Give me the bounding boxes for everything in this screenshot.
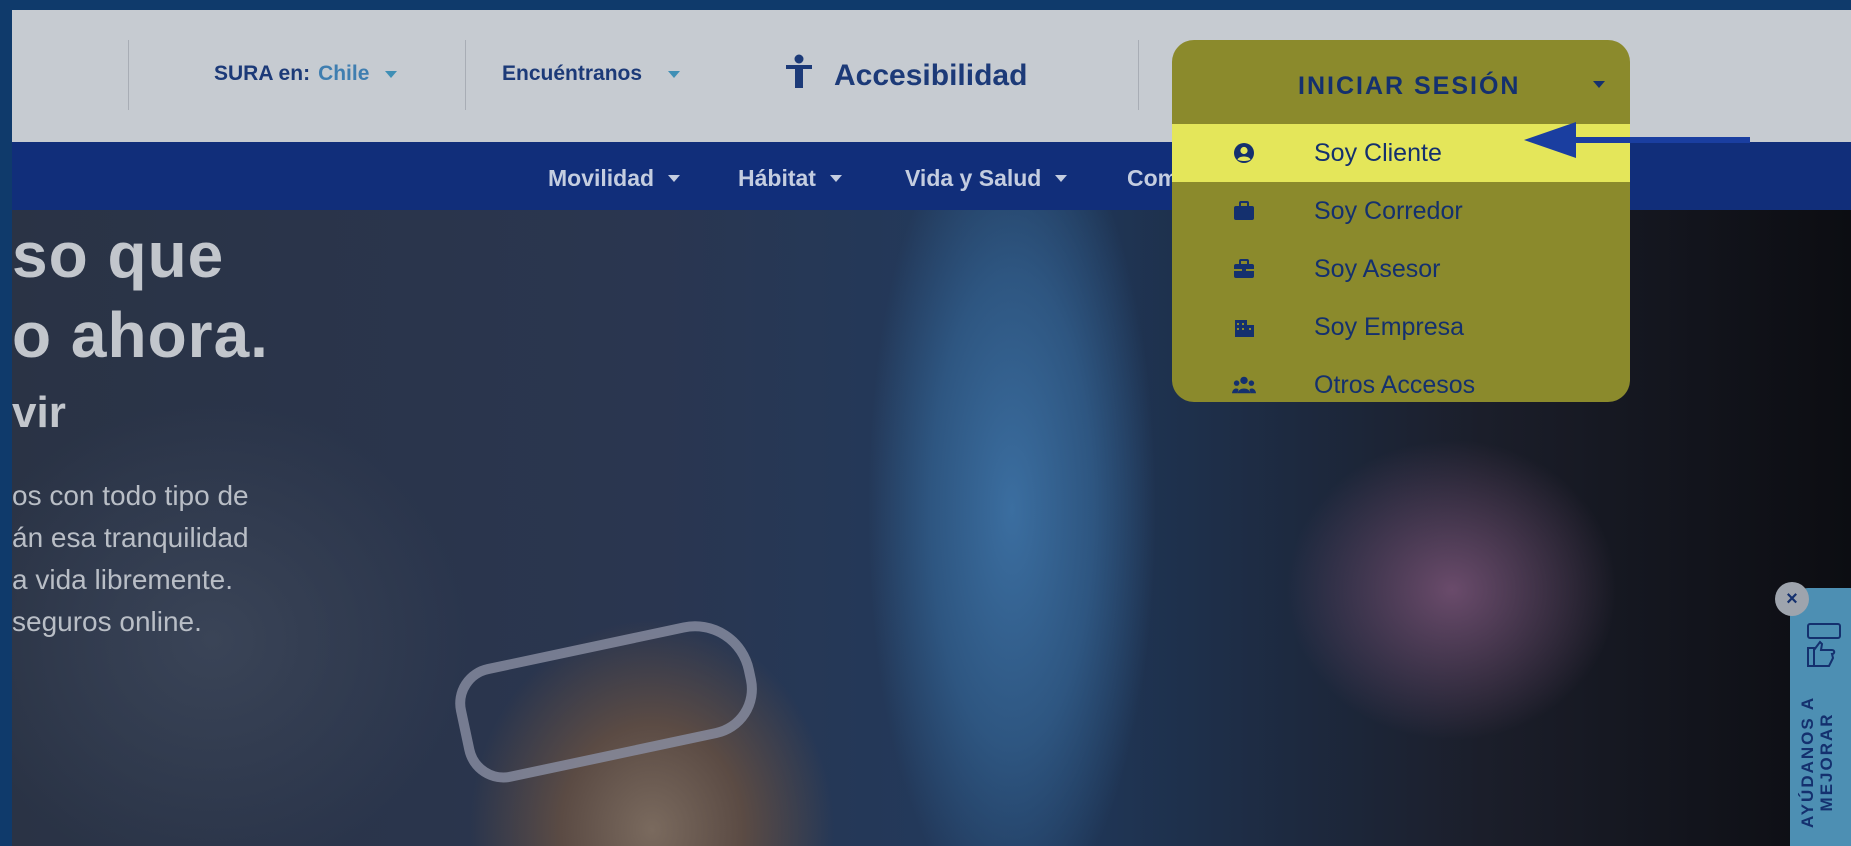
find-us-label: Encuéntranos xyxy=(502,62,643,85)
login-option-label: Otros Accesos xyxy=(1314,370,1476,399)
login-option-label: Soy Empresa xyxy=(1314,312,1465,341)
user-circle-icon xyxy=(1232,141,1256,165)
annotation-arrow-icon xyxy=(1524,122,1750,158)
toolbox-icon xyxy=(1232,257,1256,281)
login-dropdown-toggle[interactable]: INICIAR SESIÓN xyxy=(1172,40,1630,124)
chevron-down-icon xyxy=(668,70,681,78)
users-icon xyxy=(1232,373,1256,397)
chevron-down-icon xyxy=(1055,175,1068,182)
hero-title-line-1: so que xyxy=(12,219,225,291)
hero-subtitle: vir xyxy=(12,388,66,437)
chevron-down-icon xyxy=(829,175,842,182)
chevron-down-icon xyxy=(1593,81,1605,88)
header-divider xyxy=(465,40,466,110)
feedback-label-line-1: AYÚDANOS A xyxy=(1798,695,1817,828)
find-us-menu[interactable]: Encuéntranos xyxy=(502,62,681,86)
nav-item-label: Vida y Salud xyxy=(905,165,1042,191)
hero-body-line-4: seguros online. xyxy=(12,606,202,637)
header-divider xyxy=(1138,40,1139,110)
accessibility-icon xyxy=(784,54,814,98)
hero-body-line-2: án esa tranquilidad xyxy=(12,522,249,553)
accessibility-label: Accesibilidad xyxy=(834,59,1028,92)
browser-viewport: so que o ahora. vir os con todo tipo de … xyxy=(12,10,1851,846)
feedback-label: AYÚDANOS A MEJORAR xyxy=(1798,696,1836,828)
nav-item-label: Movilidad xyxy=(548,165,655,191)
accessibility-button[interactable]: Accesibilidad xyxy=(784,54,1027,98)
nav-item-movilidad[interactable]: Movilidad xyxy=(548,165,681,192)
feedback-close-button[interactable]: × xyxy=(1775,582,1809,616)
login-option-label: Soy Asesor xyxy=(1314,254,1441,283)
login-dropdown: INICIAR SESIÓN Soy Cliente Soy Corredor xyxy=(1172,40,1630,402)
header-divider xyxy=(128,40,129,110)
hero-body-line-3: a vida libremente. xyxy=(12,564,234,595)
briefcase-icon xyxy=(1232,199,1256,223)
nav-item-com[interactable]: Com xyxy=(1127,165,1178,192)
country-prefix: SURA en: xyxy=(214,62,311,85)
sunglasses-decoration xyxy=(447,610,767,790)
hero-body-line-1: os con todo tipo de xyxy=(12,480,249,511)
login-option-label: Soy Cliente xyxy=(1314,138,1442,167)
login-option-label: Soy Corredor xyxy=(1314,196,1463,225)
building-icon xyxy=(1232,315,1256,339)
hero-title-line-2: o ahora. xyxy=(12,299,269,371)
chevron-down-icon xyxy=(385,70,398,78)
login-option-otros-accesos[interactable]: Otros Accesos xyxy=(1172,356,1630,402)
nav-item-vida-salud[interactable]: Vida y Salud xyxy=(905,165,1068,192)
nav-item-label: Hábitat xyxy=(738,165,816,191)
country-selector[interactable]: SURA en: Chile xyxy=(214,62,398,86)
country-value: Chile xyxy=(318,62,370,85)
feedback-label-line-2: MEJORAR xyxy=(1817,712,1836,812)
login-option-soy-asesor[interactable]: Soy Asesor xyxy=(1172,240,1630,298)
thumbs-up-icon xyxy=(1807,623,1841,667)
login-option-soy-corredor[interactable]: Soy Corredor xyxy=(1172,182,1630,240)
nav-item-habitat[interactable]: Hábitat xyxy=(738,165,842,192)
chevron-down-icon xyxy=(668,175,681,182)
nav-item-label: Com xyxy=(1127,165,1179,191)
login-option-soy-empresa[interactable]: Soy Empresa xyxy=(1172,298,1630,356)
login-title: INICIAR SESIÓN xyxy=(1298,72,1521,100)
